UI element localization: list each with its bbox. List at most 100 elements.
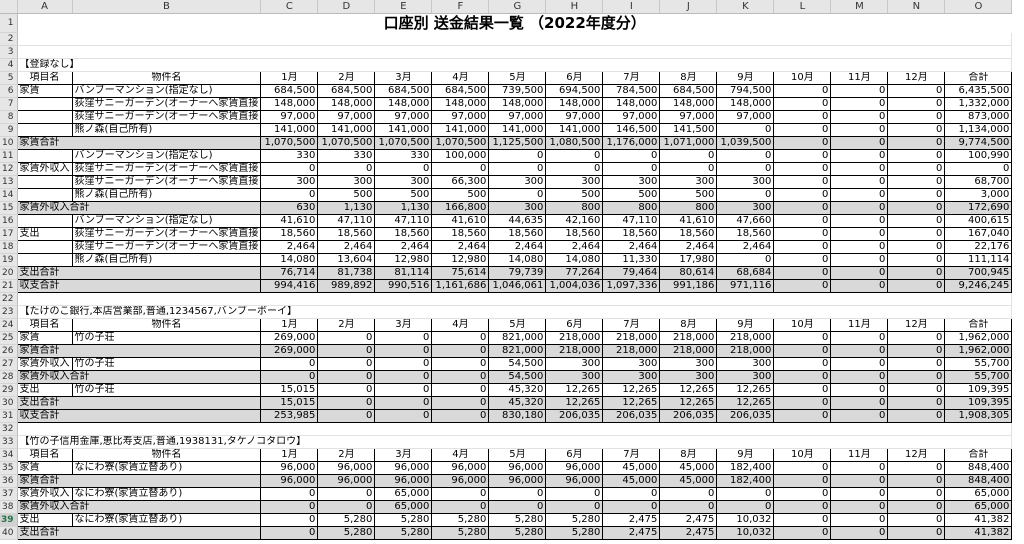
header-month[interactable]: 2月 <box>317 448 376 462</box>
value-cell[interactable]: 0 <box>488 188 547 202</box>
subtotal-value[interactable]: 5,280 <box>545 526 604 540</box>
row-header[interactable]: 17 <box>0 227 18 241</box>
subtotal-label[interactable]: 収支合計 <box>16 279 262 293</box>
value-cell[interactable]: 0 <box>773 123 832 137</box>
subtotal-value[interactable]: 218,000 <box>545 344 604 358</box>
subtotal-value[interactable]: 79,464 <box>602 266 661 280</box>
value-cell[interactable]: 6,435,500 <box>944 84 1013 98</box>
value-cell[interactable]: 0 <box>887 188 946 202</box>
subtotal-value[interactable]: 76,714 <box>260 266 319 280</box>
value-cell[interactable]: 97,000 <box>716 110 775 124</box>
subtotal-value[interactable]: 0 <box>830 136 889 150</box>
column-header-e[interactable]: E <box>374 0 433 14</box>
header-month[interactable]: 9月 <box>716 448 775 462</box>
subtotal-value[interactable]: 0 <box>317 370 376 384</box>
subtotal-value[interactable]: 5,280 <box>374 526 433 540</box>
subtotal-value[interactable]: 0 <box>431 344 490 358</box>
subtotal-value[interactable]: 1,097,336 <box>602 279 661 293</box>
row-header[interactable]: 18 <box>0 240 18 254</box>
value-cell[interactable]: 141,000 <box>317 123 376 137</box>
subtotal-value[interactable]: 206,035 <box>545 409 604 423</box>
subtotal-value[interactable]: 81,738 <box>317 266 376 280</box>
value-cell[interactable]: 0 <box>830 110 889 124</box>
subtotal-value[interactable]: 700,945 <box>944 266 1013 280</box>
subtotal-value[interactable]: 12,265 <box>716 396 775 410</box>
header-property-name[interactable]: 物件名 <box>71 318 262 332</box>
value-cell[interactable]: 148,000 <box>431 97 490 111</box>
value-cell[interactable]: 97,000 <box>488 110 547 124</box>
subtotal-label[interactable]: 支出合計 <box>16 526 262 540</box>
subtotal-label[interactable]: 家賃合計 <box>16 136 262 150</box>
header-property-name[interactable]: 物件名 <box>71 71 262 85</box>
property-name-cell[interactable]: 荻窪サニーガーデン(オーナーへ家賃直接 <box>71 162 262 176</box>
value-cell[interactable]: 1,332,000 <box>944 97 1013 111</box>
value-cell[interactable]: 0 <box>830 97 889 111</box>
header-month[interactable]: 10月 <box>773 71 832 85</box>
subtotal-value[interactable]: 12,265 <box>545 396 604 410</box>
subtotal-label[interactable]: 家賃外収入合計 <box>16 500 262 514</box>
value-cell[interactable]: 97,000 <box>431 110 490 124</box>
value-cell[interactable]: 694,500 <box>545 84 604 98</box>
value-cell[interactable]: 0 <box>317 162 376 176</box>
value-cell[interactable]: 41,610 <box>260 214 319 228</box>
value-cell[interactable]: 300 <box>374 175 433 189</box>
value-cell[interactable]: 47,660 <box>716 214 775 228</box>
value-cell[interactable]: 218,000 <box>659 331 718 345</box>
value-cell[interactable]: 18,560 <box>659 227 718 241</box>
header-month[interactable]: 3月 <box>374 318 433 332</box>
header-month[interactable]: 2月 <box>317 318 376 332</box>
header-total[interactable]: 合計 <box>944 448 1013 462</box>
subtotal-value[interactable]: 5,280 <box>317 526 376 540</box>
row-header[interactable]: 10 <box>0 136 18 150</box>
value-cell[interactable]: 0 <box>659 162 718 176</box>
value-cell[interactable]: 0 <box>887 487 946 501</box>
section-label[interactable]: 【竹の子信用金庫,恵比寿支店,普通,1938131,タケノコタロウ】 <box>17 435 1013 449</box>
row-header[interactable]: 28 <box>0 370 18 384</box>
subtotal-value[interactable]: 800 <box>545 201 604 215</box>
value-cell[interactable]: 148,000 <box>545 97 604 111</box>
subtotal-value[interactable]: 96,000 <box>317 474 376 488</box>
value-cell[interactable]: 0 <box>488 162 547 176</box>
value-cell[interactable]: 0 <box>830 357 889 371</box>
value-cell[interactable]: 11,330 <box>602 253 661 267</box>
header-month[interactable]: 5月 <box>488 318 547 332</box>
value-cell[interactable]: 44,635 <box>488 214 547 228</box>
subtotal-value[interactable]: 0 <box>317 409 376 423</box>
item-name-cell[interactable] <box>16 188 73 202</box>
value-cell[interactable]: 14,080 <box>488 253 547 267</box>
value-cell[interactable]: 300 <box>602 357 661 371</box>
value-cell[interactable]: 2,475 <box>659 513 718 527</box>
value-cell[interactable]: 0 <box>887 513 946 527</box>
subtotal-value[interactable]: 1,130 <box>317 201 376 215</box>
subtotal-value[interactable]: 300 <box>602 370 661 384</box>
header-month[interactable]: 4月 <box>431 448 490 462</box>
row-header[interactable]: 4 <box>0 58 18 72</box>
value-cell[interactable]: 784,500 <box>602 84 661 98</box>
header-month[interactable]: 1月 <box>260 318 319 332</box>
column-header-l[interactable]: L <box>773 0 832 14</box>
subtotal-value[interactable]: 0 <box>545 500 604 514</box>
subtotal-value[interactable]: 300 <box>488 201 547 215</box>
value-cell[interactable]: 0 <box>545 487 604 501</box>
header-month[interactable]: 6月 <box>545 448 604 462</box>
row-header[interactable]: 21 <box>0 279 18 293</box>
row-header[interactable]: 12 <box>0 162 18 176</box>
value-cell[interactable]: 0 <box>830 253 889 267</box>
subtotal-value[interactable]: 0 <box>887 370 946 384</box>
row-header[interactable]: 2 <box>0 32 18 46</box>
value-cell[interactable]: 0 <box>830 175 889 189</box>
value-cell[interactable]: 0 <box>887 383 946 397</box>
subtotal-value[interactable]: 1,161,686 <box>431 279 490 293</box>
row-header[interactable]: 32 <box>0 422 18 436</box>
subtotal-value[interactable]: 0 <box>887 344 946 358</box>
subtotal-value[interactable]: 1,004,036 <box>545 279 604 293</box>
value-cell[interactable]: 0 <box>773 357 832 371</box>
item-name-cell[interactable] <box>16 214 73 228</box>
subtotal-value[interactable]: 0 <box>887 266 946 280</box>
value-cell[interactable]: 0 <box>773 188 832 202</box>
value-cell[interactable]: 0 <box>317 487 376 501</box>
value-cell[interactable]: 12,980 <box>431 253 490 267</box>
subtotal-label[interactable]: 家賃外収入合計 <box>16 201 262 215</box>
value-cell[interactable]: 0 <box>773 227 832 241</box>
value-cell[interactable]: 0 <box>431 331 490 345</box>
